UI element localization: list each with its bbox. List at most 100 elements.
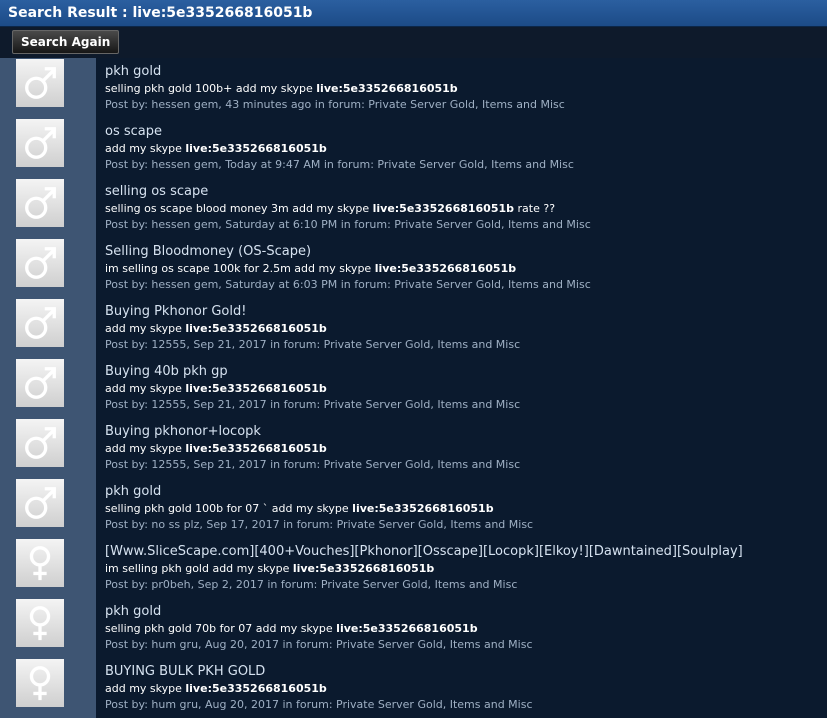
result-title-link[interactable]: selling os scape <box>105 184 827 199</box>
avatar[interactable] <box>16 59 64 107</box>
snippet-text-after: rate ?? <box>514 202 556 215</box>
female-gender-icon <box>29 666 51 701</box>
male-gender-icon <box>25 187 56 219</box>
result-snippet: im selling os scape 100k for 2.5m add my… <box>105 261 827 277</box>
result-title-link[interactable]: [Www.SliceScape.com][400+Vouches][Pkhono… <box>105 544 827 559</box>
result-title-link[interactable]: BUYING BULK PKH GOLD <box>105 664 827 679</box>
result-snippet: add my skype live:5e335266816051b <box>105 381 827 397</box>
result-snippet: selling pkh gold 100b for 07 ` add my sk… <box>105 501 827 517</box>
search-highlight: live:5e335266816051b <box>352 502 494 515</box>
result-content: pkh gold selling pkh gold 100b for 07 ` … <box>96 478 827 538</box>
result-content: Selling Bloodmoney (OS-Scape) im selling… <box>96 238 827 298</box>
avatar[interactable] <box>16 299 64 347</box>
result-content: [Www.SliceScape.com][400+Vouches][Pkhono… <box>96 538 827 598</box>
avatar[interactable] <box>16 359 64 407</box>
search-highlight: live:5e335266816051b <box>372 202 515 215</box>
result-meta: Post by: hessen gem, 43 minutes ago in f… <box>105 98 565 111</box>
result-title-link[interactable]: Selling Bloodmoney (OS-Scape) <box>105 244 827 259</box>
avatar[interactable] <box>16 119 64 167</box>
search-results-list: pkh gold selling pkh gold 100b+ add my s… <box>0 58 827 718</box>
snippet-text: selling pkh gold 100b for 07 ` add my sk… <box>105 502 353 515</box>
search-result-item: Buying 40b pkh gp add my skype live:5e33… <box>0 358 827 418</box>
snippet-text: selling pkh gold 70b for 07 add my skype <box>105 622 337 635</box>
search-result-item: pkh gold selling pkh gold 100b for 07 ` … <box>0 478 827 538</box>
result-content: Buying Pkhonor Gold! add my skype live:5… <box>96 298 827 358</box>
search-highlight: live:5e335266816051b <box>185 442 327 455</box>
snippet-text: add my skype <box>105 142 186 155</box>
search-result-item: Selling Bloodmoney (OS-Scape) im selling… <box>0 238 827 298</box>
result-title-link[interactable]: Buying Pkhonor Gold! <box>105 304 827 319</box>
avatar[interactable] <box>16 419 64 467</box>
result-meta: Post by: 12555, Sep 21, 2017 in forum: P… <box>105 398 521 411</box>
avatar[interactable] <box>16 179 64 227</box>
page-title: Search Result : live:5e335266816051b <box>0 0 827 27</box>
snippet-text: selling os scape blood money 3m add my s… <box>105 202 373 215</box>
avatar-column <box>0 658 96 718</box>
search-highlight: live:5e335266816051b <box>185 682 327 695</box>
search-again-button[interactable]: Search Again <box>12 30 120 54</box>
snippet-text: selling pkh gold 100b+ add my skype <box>105 82 317 95</box>
result-title-link[interactable]: Buying pkhonor+locopk <box>105 424 827 439</box>
result-content: os scape add my skype live:5e33526681605… <box>96 118 827 178</box>
avatar[interactable] <box>16 539 64 587</box>
avatar-column <box>0 238 96 298</box>
snippet-text: add my skype <box>105 382 186 395</box>
avatar[interactable] <box>16 599 64 647</box>
snippet-text: add my skype <box>105 322 186 335</box>
female-gender-icon <box>29 546 51 581</box>
avatar-column <box>0 178 96 238</box>
search-highlight: live:5e335266816051b <box>336 622 478 635</box>
result-title-link[interactable]: pkh gold <box>105 604 827 619</box>
male-gender-icon <box>25 247 56 279</box>
result-snippet: add my skype live:5e335266816051b <box>105 681 827 697</box>
result-snippet: im selling pkh gold add my skype live:5e… <box>105 561 827 577</box>
male-gender-icon <box>25 307 56 339</box>
avatar[interactable] <box>16 239 64 287</box>
search-highlight: live:5e335266816051b <box>185 142 327 155</box>
female-gender-icon <box>29 606 51 641</box>
result-content: Buying pkhonor+locopk add my skype live:… <box>96 418 827 478</box>
search-highlight: live:5e335266816051b <box>185 382 327 395</box>
result-content: pkh gold selling pkh gold 70b for 07 add… <box>96 598 827 658</box>
search-highlight: live:5e335266816051b <box>316 82 458 95</box>
result-content: Buying 40b pkh gp add my skype live:5e33… <box>96 358 827 418</box>
search-result-item: selling os scape selling os scape blood … <box>0 178 827 238</box>
result-title-link[interactable]: pkh gold <box>105 64 827 79</box>
search-highlight: live:5e335266816051b <box>292 562 435 575</box>
search-result-item: BUYING BULK PKH GOLD add my skype live:5… <box>0 658 827 718</box>
result-snippet: selling pkh gold 70b for 07 add my skype… <box>105 621 827 637</box>
avatar[interactable] <box>16 479 64 527</box>
avatar-column <box>0 298 96 358</box>
avatar-column <box>0 118 96 178</box>
avatar-column <box>0 358 96 418</box>
result-meta: Post by: 12555, Sep 21, 2017 in forum: P… <box>105 458 521 471</box>
result-title-link[interactable]: pkh gold <box>105 484 827 499</box>
male-gender-icon <box>25 67 56 99</box>
result-meta: Post by: hessen gem, Today at 9:47 AM in… <box>105 158 574 171</box>
result-meta: Post by: hum gru, Aug 20, 2017 in forum:… <box>105 638 533 651</box>
result-snippet: add my skype live:5e335266816051b <box>105 141 827 157</box>
result-content: BUYING BULK PKH GOLD add my skype live:5… <box>96 658 827 718</box>
avatar[interactable] <box>16 659 64 707</box>
male-gender-icon <box>25 127 56 159</box>
avatar-column <box>0 418 96 478</box>
male-gender-icon <box>25 367 56 399</box>
male-gender-icon <box>25 427 56 459</box>
snippet-text: im selling os scape 100k for 2.5m add my… <box>105 262 375 275</box>
result-title-link[interactable]: os scape <box>105 124 827 139</box>
search-highlight: live:5e335266816051b <box>374 262 517 275</box>
search-result-item: [Www.SliceScape.com][400+Vouches][Pkhono… <box>0 538 827 598</box>
result-snippet: selling os scape blood money 3m add my s… <box>105 201 827 217</box>
result-meta: Post by: pr0beh, Sep 2, 2017 in forum: P… <box>105 578 518 591</box>
result-snippet: add my skype live:5e335266816051b <box>105 321 827 337</box>
result-meta: Post by: no ss plz, Sep 17, 2017 in foru… <box>105 518 534 531</box>
snippet-text: add my skype <box>105 682 186 695</box>
result-snippet: add my skype live:5e335266816051b <box>105 441 827 457</box>
result-meta: Post by: hessen gem, Saturday at 6:10 PM… <box>105 218 591 231</box>
result-meta: Post by: hum gru, Aug 20, 2017 in forum:… <box>105 698 533 711</box>
result-content: pkh gold selling pkh gold 100b+ add my s… <box>96 58 827 118</box>
result-meta: Post by: hessen gem, Saturday at 6:03 PM… <box>105 278 591 291</box>
search-result-item: pkh gold selling pkh gold 100b+ add my s… <box>0 58 827 118</box>
result-title-link[interactable]: Buying 40b pkh gp <box>105 364 827 379</box>
snippet-text: add my skype <box>105 442 186 455</box>
